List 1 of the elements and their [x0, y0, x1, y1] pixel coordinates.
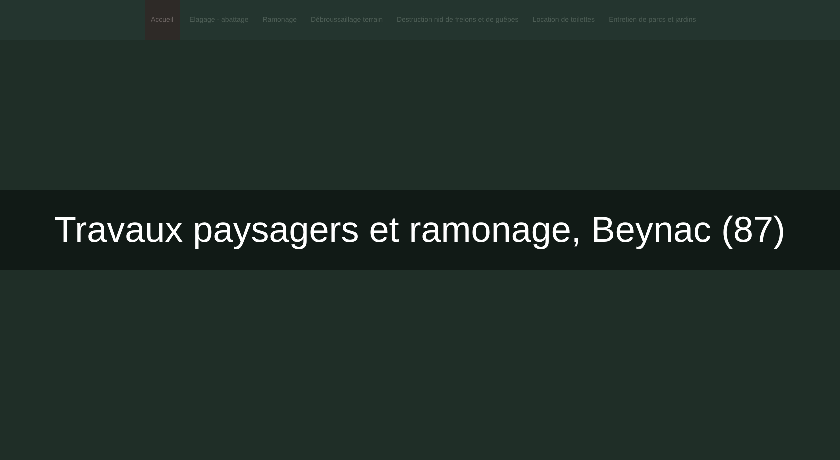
page-title: Travaux paysagers et ramonage, Beynac (87) — [54, 209, 786, 251]
